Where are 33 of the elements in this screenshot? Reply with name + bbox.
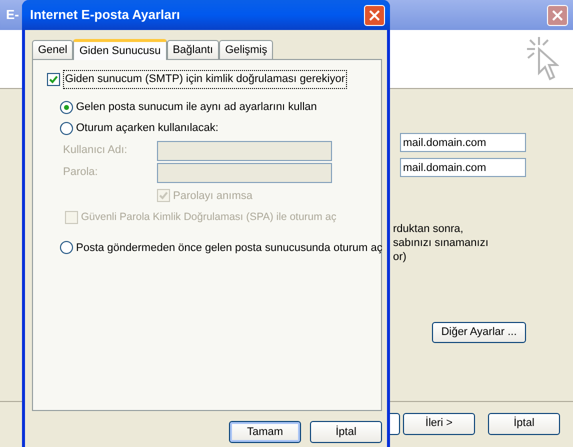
wizard-button[interactable]: İptal — [488, 412, 560, 434]
radio-label: Oturum açarken kullanılacak: — [76, 121, 218, 136]
radio-button[interactable] — [60, 122, 73, 135]
close-button[interactable] — [364, 4, 385, 26]
wizard-button[interactable]: İleri > — [403, 412, 475, 434]
cursor-icon — [525, 35, 559, 83]
radio-label: Posta göndermeden önce gelen posta sunucusunda oturum aç — [76, 240, 382, 256]
note-text: or) — [393, 250, 408, 264]
close-icon — [369, 10, 380, 20]
checkbox-label: Giden sunucum (SMTP) için kimlik doğrulaması gerekiyor — [63, 70, 347, 88]
dialog-title: Internet E-posta Ayarları — [30, 6, 180, 24]
note-text: rduktan sonra, — [393, 222, 464, 236]
checkbox-label: Güvenli Parola Kimlik Doğrulaması (SPA) ile oturum aç — [81, 210, 336, 225]
field-label: Kullanıcı Adı: — [63, 143, 128, 158]
window-title: E- — [6, 6, 19, 24]
checkbox-label: Parolayı anımsa — [173, 188, 252, 204]
tab[interactable]: Gelişmiş — [219, 40, 274, 59]
field-label: Parola: — [63, 165, 99, 180]
close-button[interactable] — [547, 4, 568, 26]
server-field[interactable]: mail.domain.com — [400, 133, 526, 152]
tab[interactable]: Giden Sunucusu — [73, 39, 167, 60]
server-field[interactable]: mail.domain.com — [400, 158, 526, 177]
tab[interactable]: Genel — [32, 40, 74, 59]
note-text: sabınızı sınamanızı — [393, 236, 490, 250]
radio-label: Gelen posta sunucum ile aynı ad ayarlarını kullan — [76, 100, 317, 116]
tab[interactable]: Bağlantı — [166, 40, 220, 59]
dialog-button[interactable]: Tamam — [229, 421, 301, 443]
radio-button[interactable] — [60, 101, 73, 114]
dialog-button[interactable]: İptal — [310, 421, 382, 443]
radio-button[interactable] — [60, 241, 73, 254]
more-settings-button[interactable]: Diğer Ayarlar ... — [432, 322, 526, 343]
close-icon — [552, 10, 563, 20]
checkbox[interactable] — [47, 72, 60, 86]
